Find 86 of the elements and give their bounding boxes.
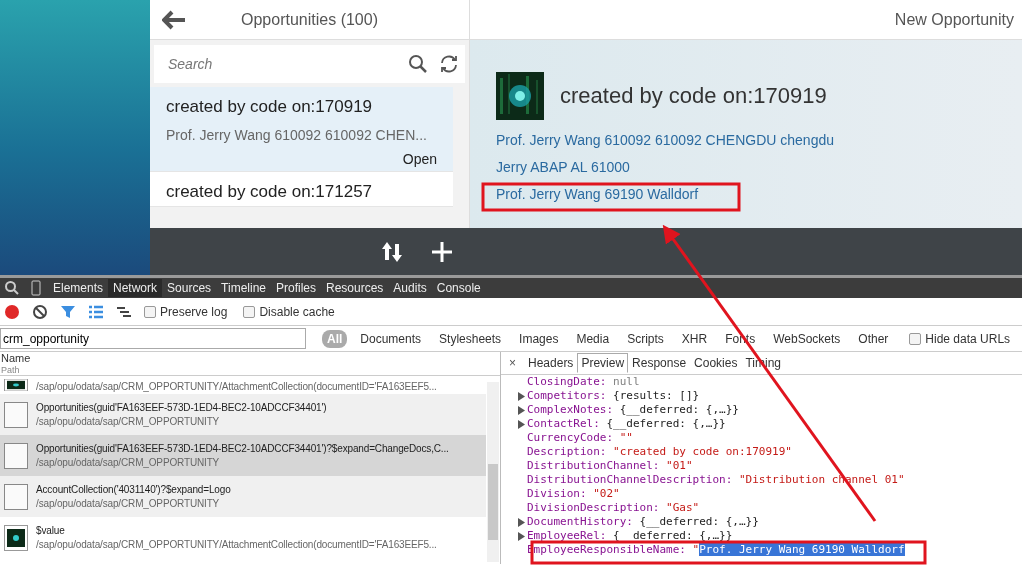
detail-tab[interactable]: Response — [628, 353, 691, 373]
request-path: /sap/opu/odata/sap/CRM_OPPORTUNITY/AttachmentCollection(documentID='FA163EEF5... — [36, 381, 437, 392]
checkbox[interactable] — [243, 305, 256, 318]
type-filter[interactable]: Other — [853, 329, 894, 348]
file-icon — [4, 442, 28, 469]
detail-link[interactable]: Prof. Jerry Wang 69190 Walldorf — [496, 186, 996, 202]
record-icon[interactable] — [4, 303, 20, 320]
devtools-tab[interactable]: Resources — [321, 279, 389, 297]
request-path: /sap/opu/odata/sap/CRM_OPPORTUNITY — [36, 416, 221, 427]
preview-line: EmployeeRel: {__deferred: {,…}} — [527, 529, 733, 543]
item-status: Open — [401, 151, 437, 167]
file-icon — [4, 401, 28, 428]
detail-link[interactable]: Prof. Jerry Wang 610092 610092 CHENGDU chengdu — [496, 132, 996, 148]
item-title: created by code on:170919 — [166, 97, 374, 117]
item-title: created by code on:171257 — [166, 182, 374, 202]
filter-field[interactable]: crm_opportunity — [0, 328, 306, 349]
expand-icon[interactable] — [517, 391, 526, 401]
clear-icon[interactable] — [32, 303, 48, 320]
add-icon[interactable] — [430, 239, 454, 264]
detail-tab[interactable]: Preview — [577, 353, 629, 373]
request-path: /sap/opu/odata/sap/CRM_OPPORTUNITY/AttachmentCollection(documentID='FA163EEF5... — [36, 539, 437, 550]
image-thumbnail-icon — [4, 524, 28, 551]
devtools-tab[interactable]: Timeline — [216, 279, 271, 297]
checkbox-label: Hide data URLs — [925, 331, 1011, 346]
preview-line: DocumentHistory: {__deferred: {,…}} — [527, 515, 759, 529]
expand-icon[interactable] — [517, 531, 526, 541]
column-header[interactable]: Name — [1, 352, 500, 365]
preview-line: ClosingDate: null — [527, 375, 640, 389]
list-view-icon[interactable] — [88, 303, 104, 320]
type-filter[interactable]: Scripts — [622, 329, 669, 348]
request-name: Opportunities(guid'FA163EEF-573D-1ED4-BEC2-10ADCCF34401')?$expand=ChangeDocs,C... — [36, 443, 449, 454]
devtools-tab[interactable]: Console — [431, 279, 486, 297]
detail-header-title: New Opportunity — [894, 10, 1014, 29]
preview-line: CurrencyCode: "" — [527, 431, 633, 445]
detail-link[interactable]: Jerry ABAP AL 61000 — [496, 159, 996, 175]
preview-line: Competitors: {results: []} — [527, 389, 700, 403]
request-name: AccountCollection('4031140')?$expand=Logo — [36, 484, 231, 495]
back-arrow-icon[interactable] — [162, 9, 186, 30]
type-filter[interactable]: XHR — [676, 329, 713, 348]
refresh-icon[interactable] — [434, 45, 465, 83]
expand-icon[interactable] — [517, 405, 526, 415]
devtools-tab[interactable]: Network — [108, 279, 163, 297]
type-filter[interactable]: Media — [571, 329, 615, 348]
devtools-tab[interactable]: Elements — [48, 279, 109, 297]
detail-title: created by code on:170919 — [560, 83, 827, 109]
phone-icon[interactable] — [28, 280, 44, 296]
search-field[interactable]: Search — [154, 45, 403, 83]
scrollbar[interactable] — [487, 382, 499, 562]
list-item[interactable]: created by code on:170919 Prof. Jerry Wang 610092 610092 CHEN... Open — [150, 87, 453, 172]
request-path: /sap/opu/odata/sap/CRM_OPPORTUNITY — [36, 498, 221, 509]
preview-line: DivisionDescription: "Gas" — [527, 501, 700, 515]
image-thumbnail-icon — [4, 379, 28, 391]
request-row[interactable]: AccountCollection('4031140')?$expand=Logo /sap/opu/odata/sap/CRM_OPPORTUNITY — [0, 476, 486, 517]
type-filter[interactable]: Documents — [355, 329, 427, 348]
type-filter[interactable]: Images — [514, 329, 564, 348]
search-icon[interactable] — [4, 280, 20, 296]
list-item[interactable]: created by code on:171257 — [150, 172, 453, 207]
checkbox-label: Disable cache — [259, 304, 335, 319]
devtools-tab[interactable]: Audits — [388, 279, 432, 297]
request-path: /sap/opu/odata/sap/CRM_OPPORTUNITY — [36, 457, 221, 468]
preview-line: Description: "created by code on:170919" — [527, 445, 792, 459]
request-row[interactable]: Opportunities(guid'FA163EEF-573D-1ED4-BEC2-10ADCCF34401') /sap/opu/odata/sap/CRM_OPPORTUNITY — [0, 394, 486, 435]
detail-tab[interactable]: Headers — [524, 353, 578, 373]
checkbox[interactable] — [909, 332, 922, 345]
devtools-tab[interactable]: Profiles — [271, 279, 321, 297]
expand-icon[interactable] — [517, 419, 526, 429]
request-name: $value — [36, 525, 66, 536]
list-title: Opportunities (100) — [240, 10, 379, 29]
request-name: Opportunities(guid'FA163EEF-573D-1ED4-BEC2-10ADCCF34401') — [36, 402, 327, 413]
filter-icon[interactable] — [60, 303, 76, 320]
devtools-tab[interactable]: Sources — [162, 279, 217, 297]
preview-line: ContactRel: {__deferred: {,…}} — [527, 417, 726, 431]
item-subtitle: Prof. Jerry Wang 610092 610092 CHEN... — [166, 127, 428, 143]
checkbox-label: Preserve log — [160, 304, 228, 319]
request-row[interactable]: Opportunities(guid'FA163EEF-573D-1ED4-BEC2-10ADCCF34401')?$expand=ChangeDocs,C... /sap/opu/odata/sap/CRM_OPPORTUNITY — [0, 435, 486, 476]
type-filter[interactable]: Stylesheets — [434, 329, 507, 348]
preview-line: Division: "02" — [527, 487, 620, 501]
close-icon[interactable]: × — [509, 356, 516, 370]
detail-tab[interactable]: Cookies — [690, 353, 742, 373]
checkbox[interactable] — [144, 305, 156, 318]
preview-line: DistributionChannel: "01" — [527, 459, 693, 473]
type-filter[interactable]: WebSockets — [768, 329, 846, 348]
file-icon — [4, 483, 28, 510]
preview-line: ComplexNotes: {__deferred: {,…}} — [527, 403, 739, 417]
column-header[interactable]: Path — [1, 365, 500, 375]
expand-icon[interactable] — [517, 517, 526, 527]
